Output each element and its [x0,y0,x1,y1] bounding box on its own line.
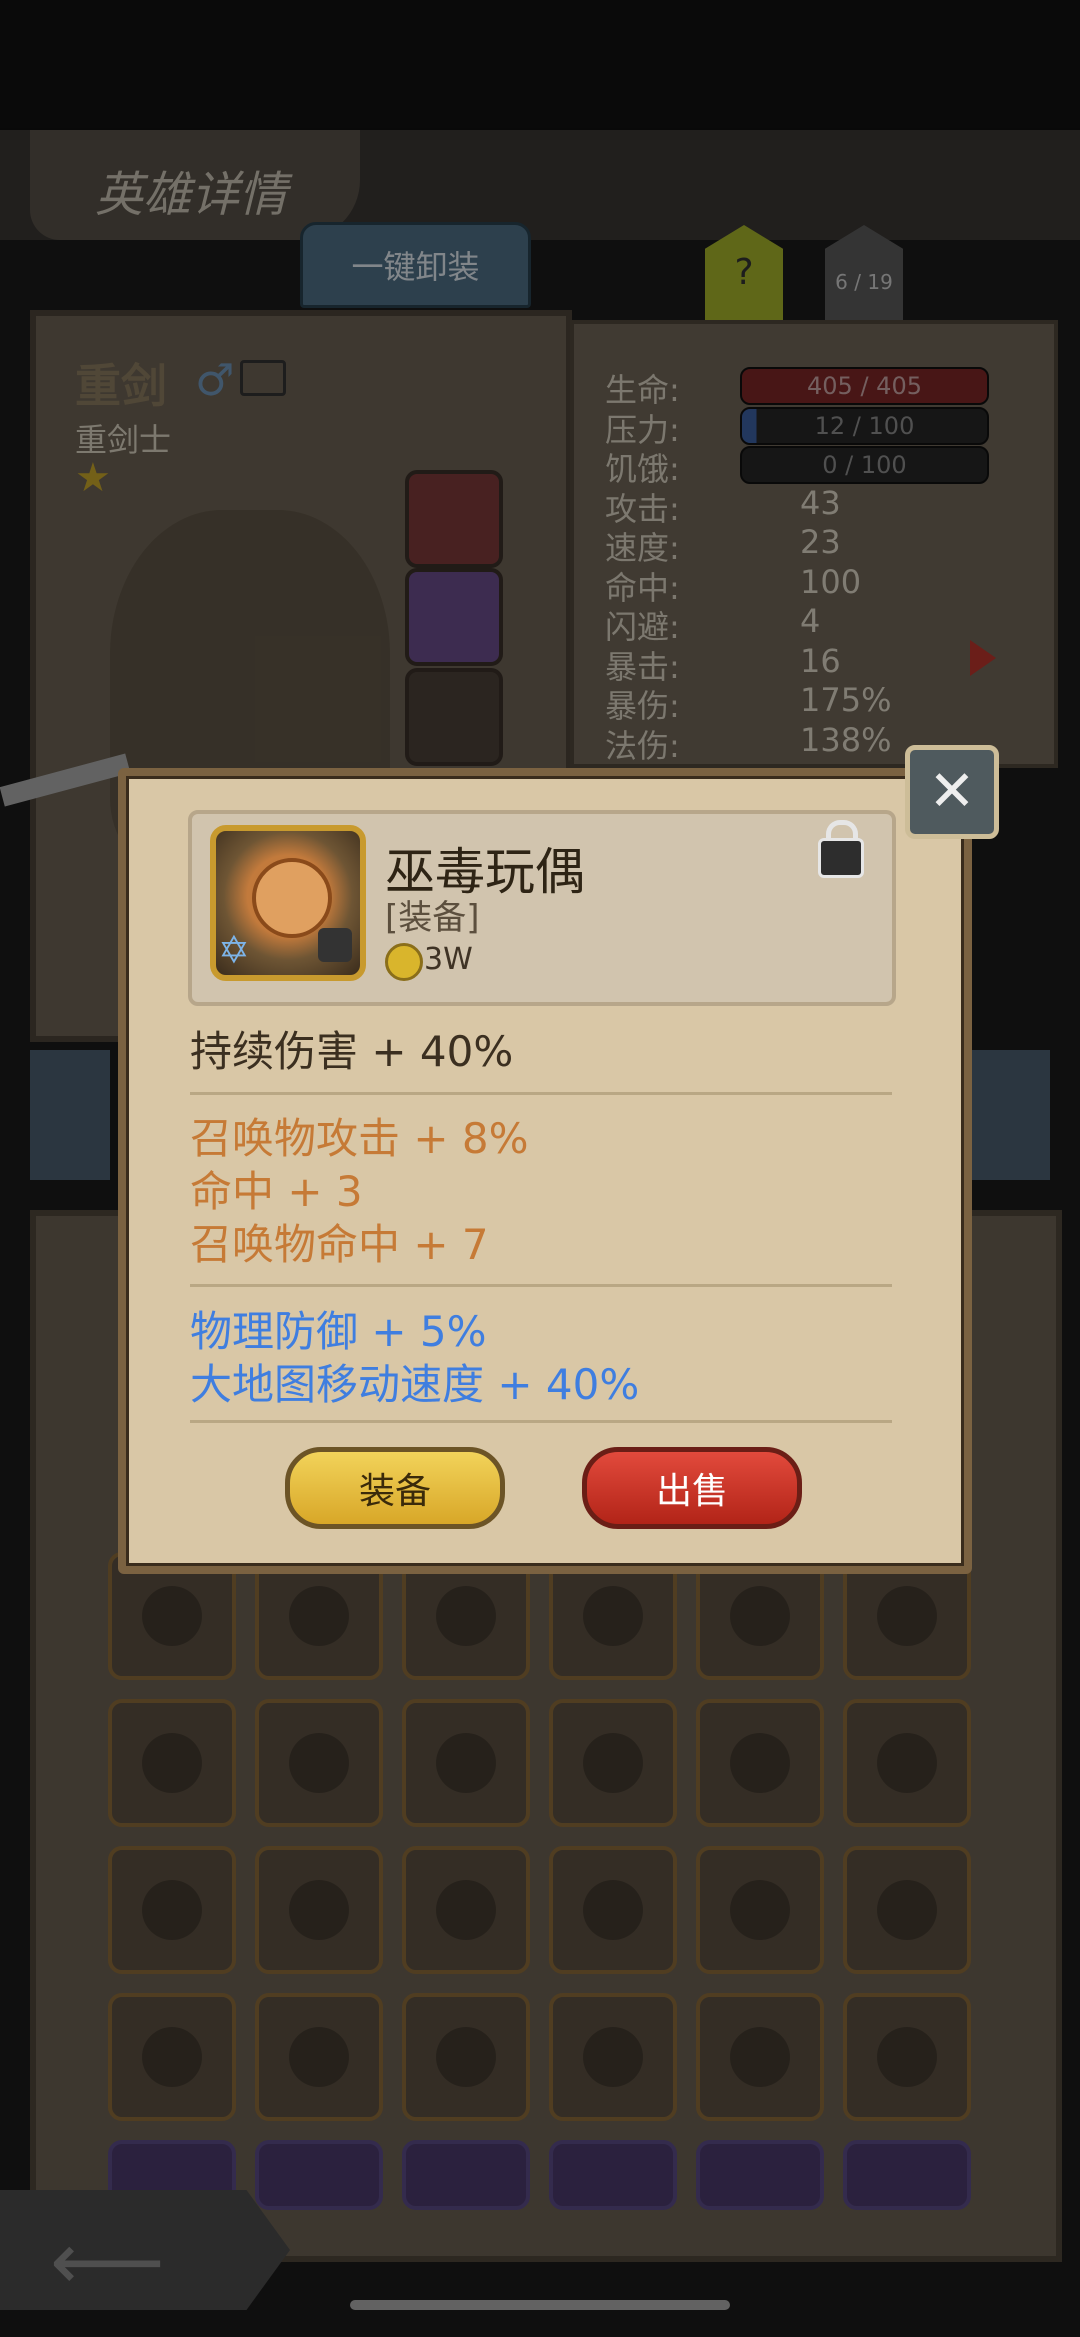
orange-attribute: 召唤物攻击 + 8% [190,1114,529,1163]
doll-face-icon [252,858,332,938]
main-attribute: 持续伤害 + 40% [190,1027,514,1076]
coin-icon [385,943,423,981]
lock-icon[interactable] [818,838,864,878]
close-icon: ✕ [928,759,976,824]
blue-attribute: 大地图移动速度 + 40% [190,1360,640,1409]
divider [190,1284,892,1287]
orange-attribute: 命中 + 3 [190,1167,363,1216]
equip-button[interactable]: 装备 [285,1447,505,1529]
blue-attribute: 物理防御 + 5% [190,1307,487,1356]
sell-button[interactable]: 出售 [582,1447,802,1529]
close-button[interactable]: ✕ [905,745,999,839]
divider [190,1420,892,1423]
item-price: 3W [424,942,473,977]
hexagram-icon: ✡ [218,928,250,972]
orange-attribute: 召唤物命中 + 7 [190,1220,489,1269]
item-type: [装备] [385,898,480,938]
divider [190,1092,892,1095]
item-lock-icon [318,928,352,962]
